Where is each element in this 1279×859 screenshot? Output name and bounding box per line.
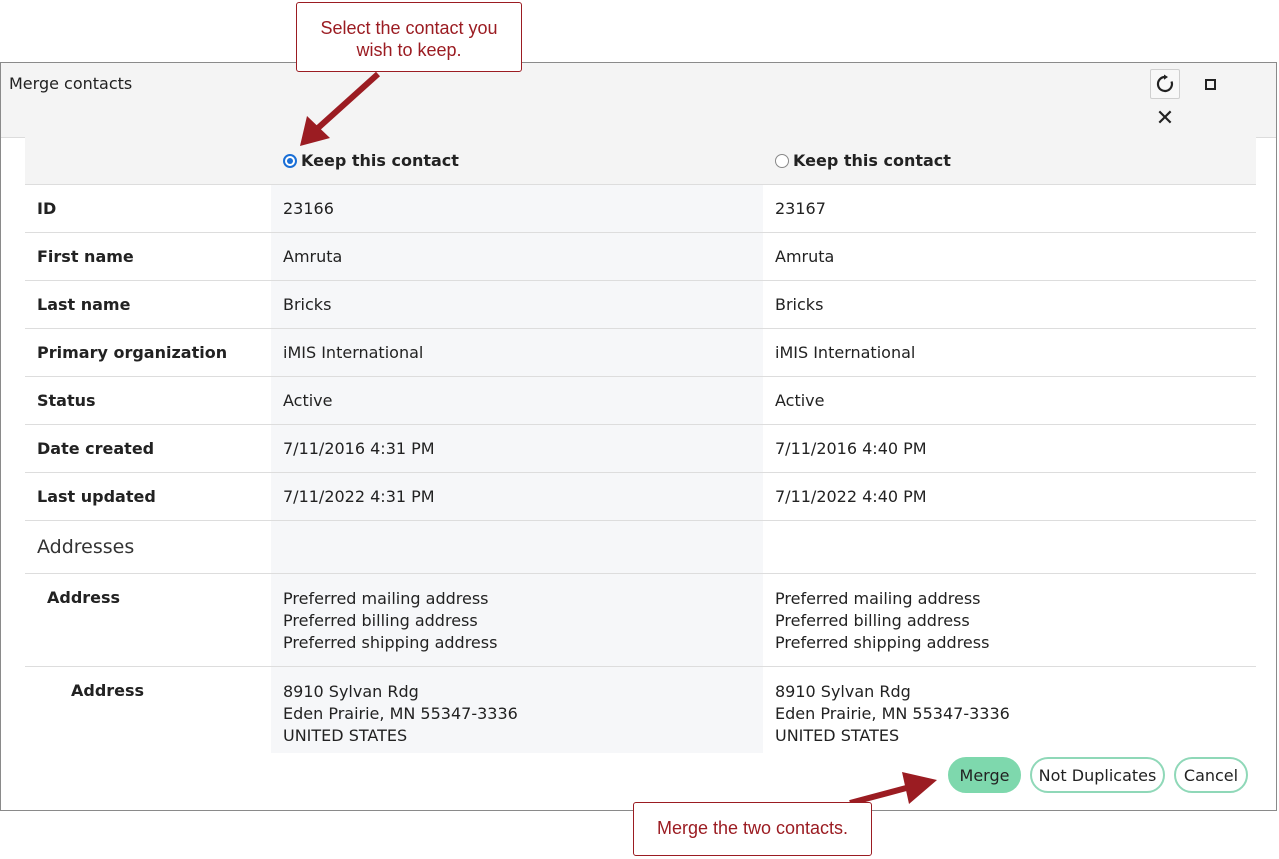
row-label: Address	[71, 681, 145, 700]
refresh-button[interactable]	[1150, 69, 1180, 99]
contact-a-value: Amruta	[271, 233, 763, 280]
keep-contact-a-option[interactable]: Keep this contact	[283, 151, 459, 170]
dialog-title: Merge contacts	[9, 74, 133, 93]
address-line: UNITED STATES	[775, 726, 900, 745]
cancel-button[interactable]: Cancel	[1174, 757, 1248, 793]
row-label: First name	[37, 247, 134, 266]
contact-b-value: iMIS International	[775, 343, 916, 362]
row-label: Date created	[37, 439, 155, 458]
addresses-section-title: Addresses	[37, 536, 135, 558]
contact-a-value: iMIS International	[271, 329, 763, 376]
table-row: First name Amruta Amruta	[25, 233, 1256, 281]
address-line: Preferred mailing address	[283, 589, 489, 608]
callout-line: Select the contact you	[320, 18, 498, 38]
address-line: Preferred shipping address	[283, 633, 498, 652]
address-line: Eden Prairie, MN 55347-3336	[283, 704, 518, 723]
address-line: Preferred billing address	[283, 611, 478, 630]
address-line: Preferred billing address	[775, 611, 970, 630]
contact-b-value: 7/11/2016 4:40 PM	[775, 439, 927, 458]
contact-a-address-detail: 8910 Sylvan Rdg Eden Prairie, MN 55347-3…	[271, 667, 763, 753]
contact-b-value: Bricks	[775, 295, 824, 314]
contact-selection-row: Keep this contact Keep this contact	[25, 137, 1256, 185]
address-purpose-row: Address Preferred mailing address Prefer…	[25, 574, 1256, 667]
row-label: Primary organization	[37, 343, 228, 362]
table-row: Primary organization iMIS International …	[25, 329, 1256, 377]
contact-b-address-purpose: Preferred mailing address Preferred bill…	[763, 574, 1256, 666]
address-line: Eden Prairie, MN 55347-3336	[775, 704, 1010, 723]
contact-b-value: 7/11/2022 4:40 PM	[775, 487, 927, 506]
table-row: Status Active Active	[25, 377, 1256, 425]
contact-a-address-purpose: Preferred mailing address Preferred bill…	[271, 574, 763, 666]
address-detail-row: Address 8910 Sylvan Rdg Eden Prairie, MN…	[25, 667, 1256, 753]
merge-button[interactable]: Merge	[948, 757, 1021, 793]
address-line: UNITED STATES	[283, 726, 408, 745]
close-button[interactable]: ✕	[1150, 104, 1180, 134]
merge-comparison-grid: Keep this contact Keep this contact ID 2…	[25, 137, 1256, 753]
keep-contact-b-option[interactable]: Keep this contact	[775, 151, 951, 170]
callout-line: wish to keep.	[356, 40, 462, 60]
keep-contact-b-radio[interactable]	[775, 153, 789, 168]
address-line: Preferred mailing address	[775, 589, 981, 608]
maximize-button[interactable]	[1195, 69, 1225, 99]
keep-contact-a-label: Keep this contact	[301, 151, 459, 170]
table-row: ID 23166 23167	[25, 185, 1256, 233]
contact-b-value	[763, 521, 1256, 573]
contact-b-column-header: Keep this contact	[763, 137, 1256, 184]
table-row: Last updated 7/11/2022 4:31 PM 7/11/2022…	[25, 473, 1256, 521]
not-duplicates-button[interactable]: Not Duplicates	[1030, 757, 1165, 793]
row-label: ID	[37, 199, 57, 218]
contact-a-value	[271, 521, 763, 573]
refresh-icon	[1156, 74, 1174, 93]
address-line: 8910 Sylvan Rdg	[775, 682, 911, 701]
row-label: Status	[37, 391, 96, 410]
contact-a-value: 7/11/2016 4:31 PM	[271, 425, 763, 472]
addresses-section-row: Addresses	[25, 521, 1256, 574]
contact-a-value: Bricks	[271, 281, 763, 328]
contact-b-address-detail: 8910 Sylvan Rdg Eden Prairie, MN 55347-3…	[763, 667, 1256, 753]
row-label: Last updated	[37, 487, 156, 506]
address-line: 8910 Sylvan Rdg	[283, 682, 419, 701]
merge-contacts-dialog: Merge contacts ✕ Keep this contact Keep …	[0, 62, 1277, 811]
contact-a-column-header: Keep this contact	[271, 137, 763, 184]
contact-b-value: Active	[775, 391, 825, 410]
table-row: Last name Bricks Bricks	[25, 281, 1256, 329]
select-contact-callout: Select the contact you wish to keep.	[296, 2, 522, 72]
contact-b-value: 23167	[775, 199, 826, 218]
merge-callout: Merge the two contacts.	[633, 802, 872, 856]
address-line: Preferred shipping address	[775, 633, 990, 652]
close-icon: ✕	[1155, 106, 1175, 131]
contact-a-value: Active	[271, 377, 763, 424]
keep-contact-b-label: Keep this contact	[793, 151, 951, 170]
row-label: Last name	[37, 295, 131, 314]
row-label: Address	[47, 588, 121, 607]
contact-a-value: 7/11/2022 4:31 PM	[271, 473, 763, 520]
dialog-header: Merge contacts ✕	[1, 63, 1276, 138]
contact-a-value: 23166	[271, 185, 763, 232]
contact-b-value: Amruta	[775, 247, 835, 266]
table-row: Date created 7/11/2016 4:31 PM 7/11/2016…	[25, 425, 1256, 473]
maximize-icon	[1204, 78, 1216, 90]
keep-contact-a-radio[interactable]	[283, 153, 297, 168]
